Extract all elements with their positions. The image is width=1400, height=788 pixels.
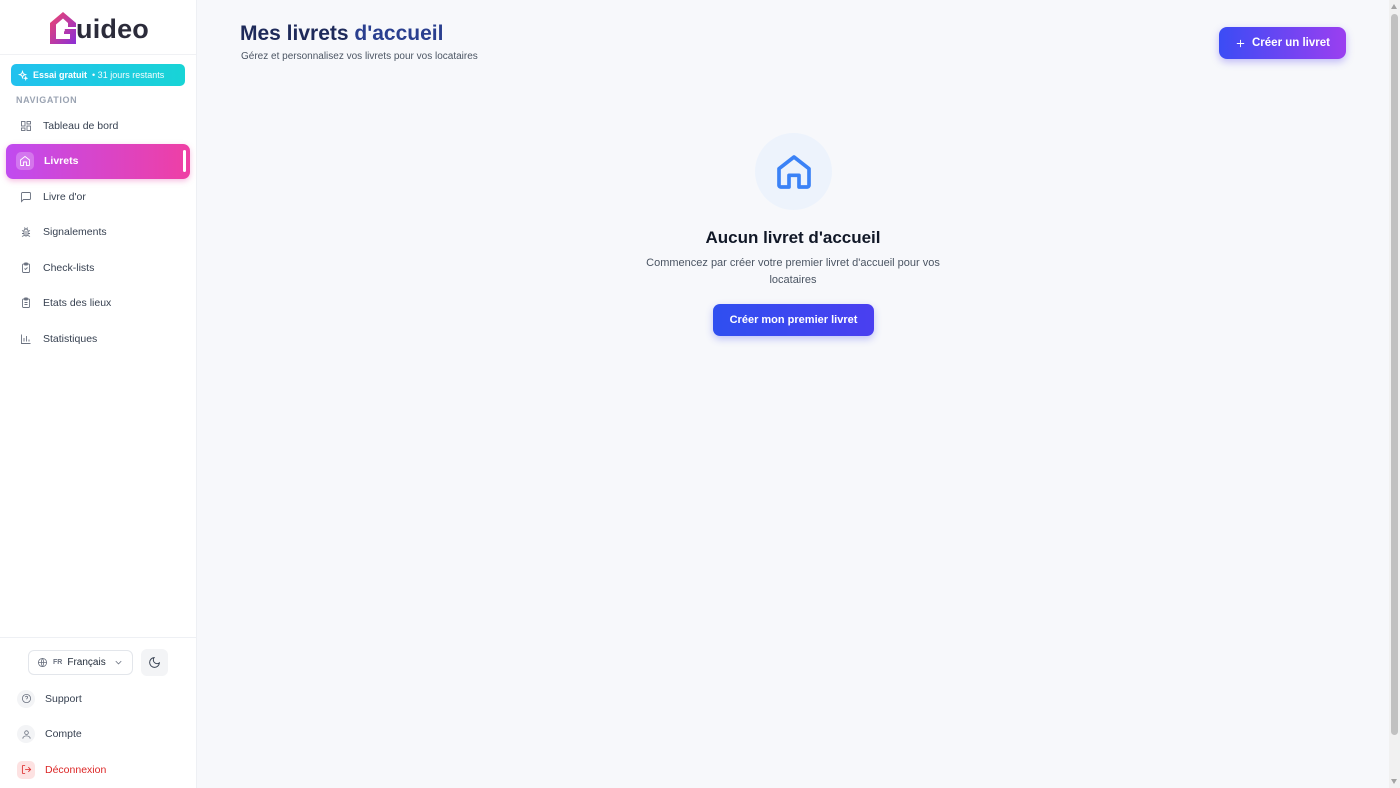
logo-text: uideo — [76, 14, 149, 44]
logo-wrap: uideo — [47, 9, 149, 45]
logout-label: Déconnexion — [45, 763, 107, 776]
page-title-main: Mes livrets — [240, 22, 349, 45]
nav-heading: NAVIGATION — [16, 95, 78, 105]
sidebar-item-label: Livre d'or — [43, 190, 86, 203]
sidebar-item-etats-des-lieux[interactable]: Etats des lieux — [0, 286, 197, 322]
create-livret-label: Créer un livret — [1252, 37, 1330, 49]
settings-row: FR Français — [0, 638, 197, 676]
page-scrollbar[interactable] — [1389, 0, 1400, 788]
create-livret-button[interactable]: Créer un livret — [1219, 27, 1346, 59]
sidebar-item-label: Livrets — [44, 155, 79, 168]
page-subtitle: Gérez et personnalisez vos livrets pour … — [241, 51, 478, 62]
bug-icon — [19, 225, 33, 239]
trial-badge[interactable]: Essai gratuit • 31 jours restants — [11, 64, 185, 86]
page-title-accent: d'accueil — [354, 22, 444, 45]
language-code: FR — [53, 659, 63, 666]
empty-state-icon — [755, 133, 832, 210]
sidebar-item-label: Check-lists — [43, 261, 95, 274]
sidebar-item-label: Signalements — [43, 226, 107, 239]
trial-remaining: • 31 jours restants — [92, 70, 165, 80]
empty-state-title: Aucun livret d'accueil — [705, 228, 881, 247]
plus-icon — [1236, 39, 1245, 47]
support-label: Support — [45, 692, 82, 705]
empty-state-description: Commencez par créer votre premier livret… — [646, 257, 940, 286]
logout-icon — [17, 760, 35, 779]
active-indicator — [183, 149, 186, 172]
user-icon — [17, 725, 35, 744]
language-label: Français — [67, 657, 106, 668]
sidebar-item-label: Statistiques — [43, 332, 98, 345]
scroll-up-arrow-icon[interactable] — [1391, 4, 1397, 9]
sidebar-item-check-lists[interactable]: Check-lists — [0, 250, 197, 286]
globe-icon — [37, 657, 48, 668]
create-first-livret-button[interactable]: Créer mon premier livret — [713, 304, 874, 336]
moon-icon — [149, 657, 160, 668]
theme-toggle-button[interactable] — [141, 649, 168, 676]
support-link[interactable]: Support — [0, 681, 197, 717]
help-circle-icon — [17, 689, 35, 708]
sidebar-item-signalements[interactable]: Signalements — [0, 215, 197, 251]
sidebar-item-tableau-de-bord[interactable]: Tableau de bord — [0, 108, 197, 144]
sidebar-item-livre-d-or[interactable]: Livre d'or — [0, 179, 197, 215]
bar-chart-icon — [19, 332, 33, 346]
chevron-down-icon — [115, 660, 122, 665]
logo[interactable]: uideo — [0, 0, 196, 55]
sidebar: uideo Essai gratuit • 31 jours restants … — [0, 0, 197, 788]
home-icon — [16, 152, 34, 171]
logo-house-g-icon — [50, 12, 76, 44]
account-link[interactable]: Compte — [0, 717, 197, 753]
clipboard-list-icon — [19, 296, 33, 310]
sidebar-footer: FR Français Support Compte Déconnexion — [0, 637, 197, 788]
sparkle-icon — [17, 69, 28, 81]
account-label: Compte — [45, 728, 82, 741]
scroll-thumb[interactable] — [1391, 14, 1398, 735]
logout-button[interactable]: Déconnexion — [0, 752, 197, 788]
sidebar-nav: Tableau de bord Livrets Livre d'or Signa… — [0, 108, 197, 357]
scroll-down-arrow-icon[interactable] — [1391, 779, 1397, 784]
sidebar-item-label: Tableau de bord — [43, 119, 119, 132]
main-content: Mes livrets d'accueil Gérez et personnal… — [197, 0, 1389, 788]
sidebar-item-livrets[interactable]: Livrets — [6, 143, 190, 179]
language-select[interactable]: FR Français — [28, 650, 133, 675]
sidebar-item-label: Etats des lieux — [43, 297, 112, 310]
sidebar-item-statistiques[interactable]: Statistiques — [0, 321, 197, 357]
dashboard-grid-icon — [19, 119, 33, 133]
home-icon — [776, 154, 811, 189]
clipboard-check-icon — [19, 261, 33, 275]
page-title: Mes livrets d'accueil — [240, 22, 443, 46]
trial-label: Essai gratuit — [33, 70, 88, 80]
message-square-icon — [19, 190, 33, 204]
